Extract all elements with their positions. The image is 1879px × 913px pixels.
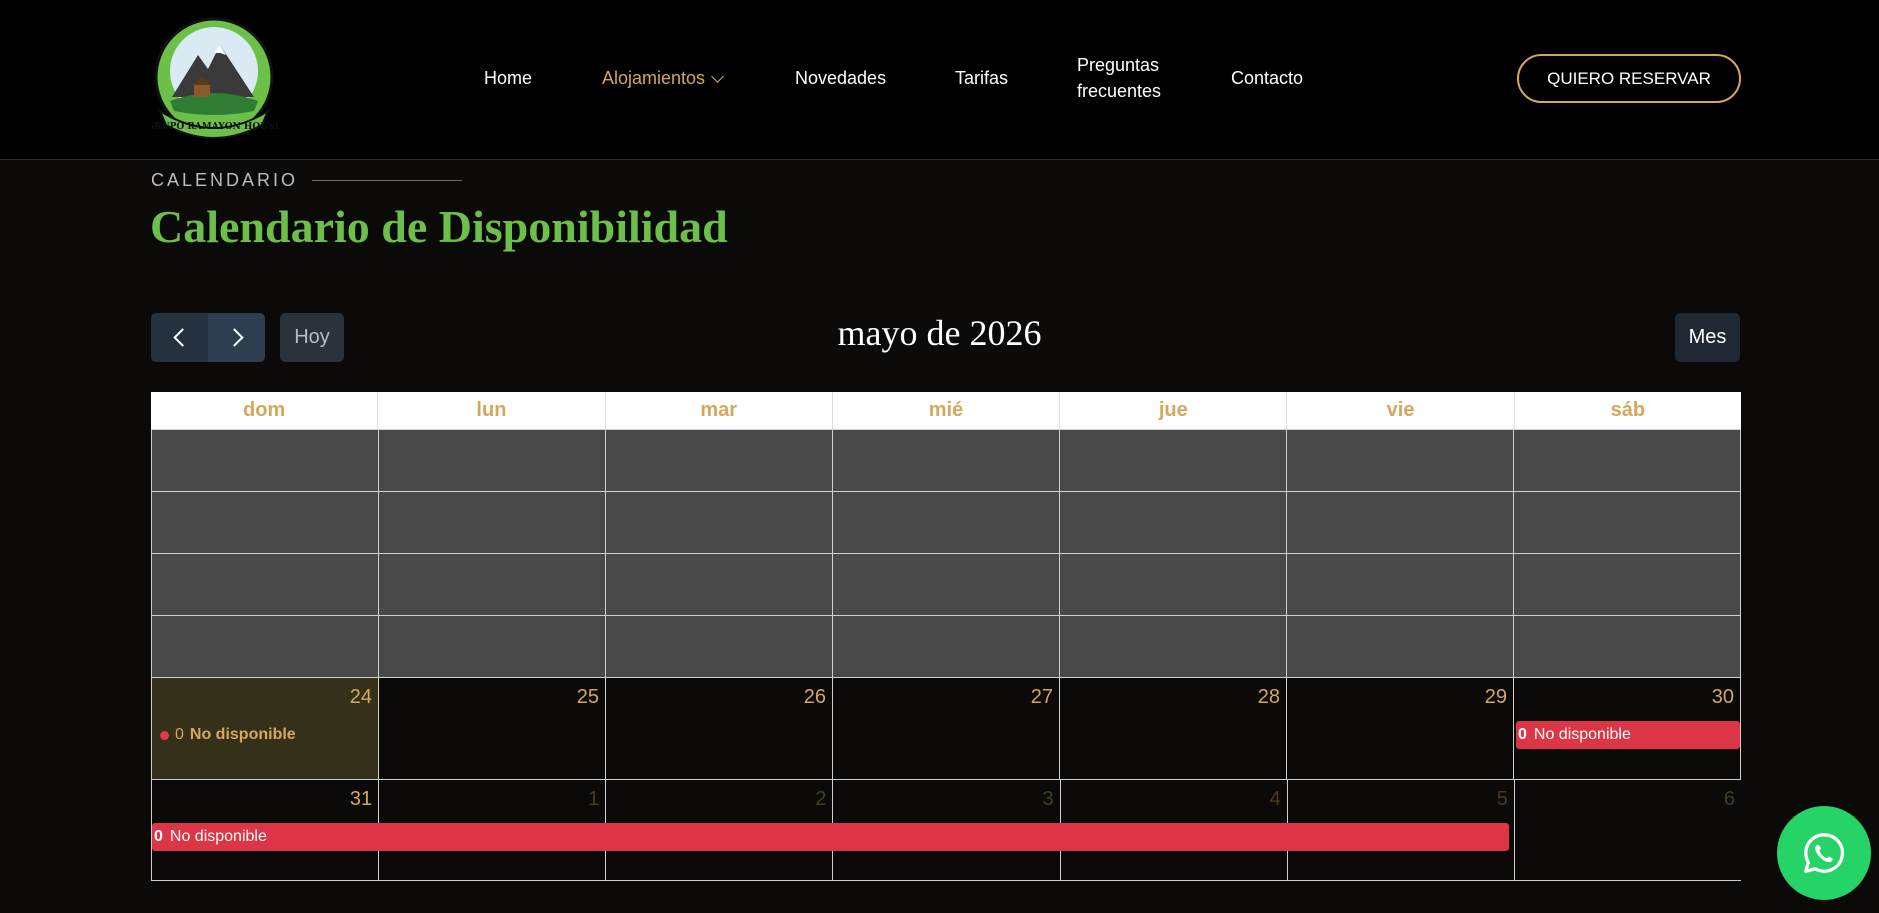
status-dot-icon xyxy=(160,730,169,740)
whatsapp-icon xyxy=(1804,833,1845,873)
event-label: No disponible xyxy=(189,726,296,743)
day-number: 2 xyxy=(815,788,827,810)
day-number: 5 xyxy=(1496,788,1508,810)
event-count: 0 xyxy=(175,726,184,743)
day-number: 1 xyxy=(588,788,600,810)
day-number: 26 xyxy=(803,686,826,708)
day-number: 27 xyxy=(1030,686,1053,708)
day-cell xyxy=(832,616,1059,677)
day-cell xyxy=(151,492,378,553)
brand-logo[interactable]: GRUPO RAMAYON HOUSE xyxy=(147,15,282,143)
day-cell xyxy=(605,492,832,553)
weekday-thu: jue xyxy=(1060,392,1288,429)
section-eyebrow: CALENDARIO xyxy=(151,170,463,191)
svg-text:GRUPO RAMAYON HOUSE: GRUPO RAMAYON HOUSE xyxy=(150,122,278,132)
day-cell xyxy=(1286,492,1513,553)
day-number: 30 xyxy=(1711,686,1734,708)
day-cell xyxy=(378,616,605,677)
eyebrow-label: CALENDARIO xyxy=(151,170,299,190)
weekday-fri: vie xyxy=(1287,392,1515,429)
day-number: 25 xyxy=(576,686,599,708)
day-cell xyxy=(1059,616,1286,677)
unavailable-event-bar[interactable]: 0 No disponible xyxy=(1516,721,1740,749)
month-view-button[interactable]: Mes xyxy=(1675,313,1740,362)
nav-novedades[interactable]: Novedades xyxy=(795,65,886,91)
nav-contacto[interactable]: Contacto xyxy=(1231,65,1303,91)
day-number: 3 xyxy=(1042,788,1054,810)
event-label: No disponible xyxy=(169,828,267,845)
nav-preguntas-frecuentes[interactable]: Preguntas frecuentes xyxy=(1077,52,1161,104)
day-cell xyxy=(151,616,378,677)
unavailable-event-bar[interactable]: 0 No disponible xyxy=(152,823,1509,851)
day-cell xyxy=(1059,492,1286,553)
nav-preguntas-line1: Preguntas xyxy=(1077,55,1160,75)
day-number: 6 xyxy=(1723,788,1735,810)
day-cell xyxy=(1513,430,1741,491)
eyebrow-divider xyxy=(312,180,463,181)
weekday-sat: sáb xyxy=(1610,399,1646,421)
day-cell xyxy=(605,554,832,615)
day-cell[interactable]: 25 xyxy=(378,678,605,779)
reserve-button[interactable]: QUIERO RESERVAR xyxy=(1517,54,1741,103)
month-title: mayo de 2026 xyxy=(837,313,1042,353)
day-cell xyxy=(151,554,378,615)
day-cell xyxy=(1286,616,1513,677)
day-number: 29 xyxy=(1484,686,1507,708)
weekday-wed: mié xyxy=(833,392,1061,429)
day-cell xyxy=(1513,492,1741,553)
calendar-week: 31 1 2 3 4 5 6 0 No disponible xyxy=(151,779,1741,881)
weekday-tue: mar xyxy=(606,392,833,429)
nav-tarifas[interactable]: Tarifas xyxy=(955,65,1008,91)
unavailable-event[interactable]: 0 No disponible xyxy=(160,726,296,744)
weekday-mon: lun xyxy=(378,392,606,429)
weekday-sun: dom xyxy=(151,392,379,429)
calendar-week-empty xyxy=(151,615,1741,677)
availability-calendar: dom lun mar mié jue vie sáb 24 0 No disp… xyxy=(151,392,1741,881)
day-cell[interactable]: 28 xyxy=(1059,678,1286,779)
day-cell xyxy=(1286,554,1513,615)
event-count: 0 xyxy=(154,828,163,845)
site-header: GRUPO RAMAYON HOUSE Home Alojamientos No… xyxy=(0,0,1879,160)
calendar-week: 24 0 No disponible 25 26 27 28 29 30 0 N… xyxy=(151,677,1741,779)
weekday-header: dom lun mar mié jue vie sáb xyxy=(151,392,1741,429)
day-cell[interactable]: 29 xyxy=(1286,678,1513,779)
day-cell-other-month[interactable]: 6 xyxy=(1513,780,1741,880)
day-cell xyxy=(151,430,378,491)
day-cell xyxy=(1286,430,1513,491)
day-cell xyxy=(1059,430,1286,491)
day-number: 28 xyxy=(1257,686,1280,708)
day-cell xyxy=(605,616,832,677)
nav-alojamientos-label: Alojamientos xyxy=(602,68,706,88)
event-count: 0 xyxy=(1518,726,1527,743)
day-cell xyxy=(378,554,605,615)
event-label: No disponible xyxy=(1533,726,1631,743)
day-cell xyxy=(1059,554,1286,615)
day-cell xyxy=(605,430,832,491)
day-cell xyxy=(832,554,1059,615)
page-title: Calendario de Disponibilidad xyxy=(150,201,728,252)
day-cell xyxy=(832,492,1059,553)
nav-preguntas-line2: frecuentes xyxy=(1077,81,1162,101)
day-number: 4 xyxy=(1269,788,1281,810)
chevron-down-icon xyxy=(711,70,724,83)
day-cell[interactable]: 27 xyxy=(832,678,1059,779)
calendar-week-empty xyxy=(151,429,1741,491)
nav-alojamientos[interactable]: Alojamientos xyxy=(602,65,724,91)
day-cell[interactable]: 30 0 No disponible xyxy=(1513,678,1741,779)
calendar-week-empty xyxy=(151,553,1741,615)
day-cell xyxy=(832,430,1059,491)
day-cell-today[interactable]: 24 0 No disponible xyxy=(151,678,378,779)
day-cell xyxy=(378,492,605,553)
calendar-week-empty xyxy=(151,491,1741,553)
day-cell xyxy=(1513,616,1741,677)
nav-home[interactable]: Home xyxy=(484,65,532,91)
day-number: 24 xyxy=(349,686,372,708)
day-number: 31 xyxy=(349,788,373,810)
day-cell[interactable]: 26 xyxy=(605,678,832,779)
whatsapp-button[interactable] xyxy=(1777,806,1871,900)
day-cell xyxy=(1513,554,1741,615)
day-cell xyxy=(378,430,605,491)
